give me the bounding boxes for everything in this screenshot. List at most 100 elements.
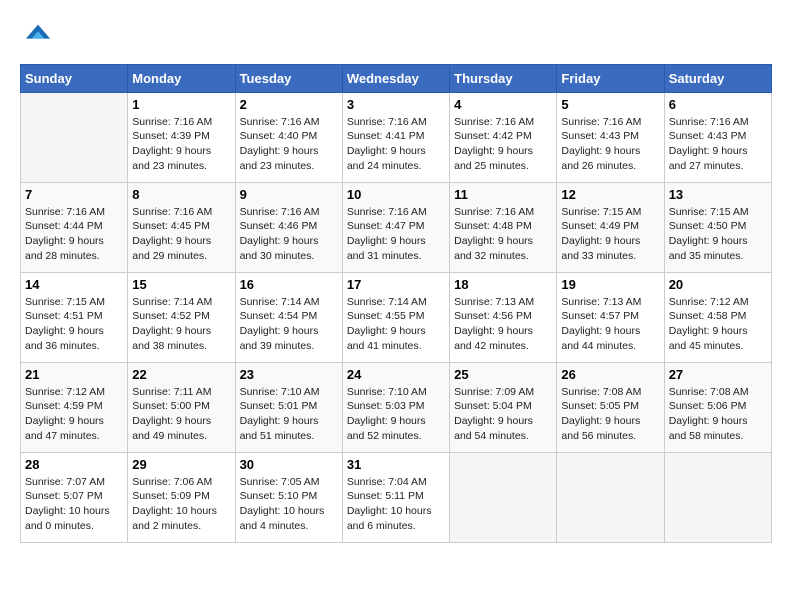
weekday-tuesday: Tuesday xyxy=(235,64,342,92)
day-number: 31 xyxy=(347,457,445,472)
calendar-cell: 22 Sunrise: 7:11 AM Sunset: 5:00 PM Dayli… xyxy=(128,362,235,452)
calendar-cell: 20 Sunrise: 7:12 AM Sunset: 4:58 PM Dayli… xyxy=(664,272,771,362)
day-number: 29 xyxy=(132,457,230,472)
day-content: Sunrise: 7:13 AM Sunset: 4:56 PM Dayligh… xyxy=(454,295,552,354)
day-number: 7 xyxy=(25,187,123,202)
calendar-cell: 9 Sunrise: 7:16 AM Sunset: 4:46 PM Daylig… xyxy=(235,182,342,272)
day-number: 14 xyxy=(25,277,123,292)
calendar-cell: 24Sunrise: 7:10 AM Sunset: 5:03 PM Dayli… xyxy=(342,362,449,452)
weekday-monday: Monday xyxy=(128,64,235,92)
day-content: Sunrise: 7:08 AM Sunset: 5:06 PM Dayligh… xyxy=(669,385,767,444)
day-content: Sunrise: 7:09 AM Sunset: 5:04 PM Dayligh… xyxy=(454,385,552,444)
calendar-cell: 4 Sunrise: 7:16 AM Sunset: 4:42 PM Daylig… xyxy=(450,92,557,182)
day-content: Sunrise: 7:16 AM Sunset: 4:48 PM Dayligh… xyxy=(454,205,552,264)
day-number: 23 xyxy=(240,367,338,382)
day-content: Sunrise: 7:16 AM Sunset: 4:45 PM Dayligh… xyxy=(132,205,230,264)
day-content: Sunrise: 7:16 AM Sunset: 4:39 PM Dayligh… xyxy=(132,115,230,174)
day-content: Sunrise: 7:16 AM Sunset: 4:40 PM Dayligh… xyxy=(240,115,338,174)
calendar-cell: 25Sunrise: 7:09 AM Sunset: 5:04 PM Dayli… xyxy=(450,362,557,452)
page-header xyxy=(20,20,772,54)
day-number: 10 xyxy=(347,187,445,202)
day-number: 22 xyxy=(132,367,230,382)
calendar-cell: 11Sunrise: 7:16 AM Sunset: 4:48 PM Dayli… xyxy=(450,182,557,272)
day-number: 15 xyxy=(132,277,230,292)
calendar-cell: 1 Sunrise: 7:16 AM Sunset: 4:39 PM Daylig… xyxy=(128,92,235,182)
calendar-week-4: 21 Sunrise: 7:12 AM Sunset: 4:59 PM Dayli… xyxy=(21,362,772,452)
day-number: 8 xyxy=(132,187,230,202)
calendar-cell: 2 Sunrise: 7:16 AM Sunset: 4:40 PM Daylig… xyxy=(235,92,342,182)
calendar-header: SundayMondayTuesdayWednesdayThursdayFrid… xyxy=(21,64,772,92)
calendar-cell: 19 Sunrise: 7:13 AM Sunset: 4:57 PM Dayli… xyxy=(557,272,664,362)
weekday-header-row: SundayMondayTuesdayWednesdayThursdayFrid… xyxy=(21,64,772,92)
calendar-cell xyxy=(557,452,664,542)
calendar-cell: 30 Sunrise: 7:05 AM Sunset: 5:10 PM Dayli… xyxy=(235,452,342,542)
calendar-cell: 12 Sunrise: 7:15 AM Sunset: 4:49 PM Dayli… xyxy=(557,182,664,272)
day-content: Sunrise: 7:16 AM Sunset: 4:47 PM Dayligh… xyxy=(347,205,445,264)
day-number: 19 xyxy=(561,277,659,292)
logo-icon xyxy=(24,20,52,48)
calendar-week-5: 28 Sunrise: 7:07 AM Sunset: 5:07 PM Dayli… xyxy=(21,452,772,542)
calendar-week-2: 7Sunrise: 7:16 AM Sunset: 4:44 PM Daylig… xyxy=(21,182,772,272)
calendar-cell: 6 Sunrise: 7:16 AM Sunset: 4:43 PM Daylig… xyxy=(664,92,771,182)
day-number: 24 xyxy=(347,367,445,382)
day-content: Sunrise: 7:14 AM Sunset: 4:54 PM Dayligh… xyxy=(240,295,338,354)
calendar-cell: 23 Sunrise: 7:10 AM Sunset: 5:01 PM Dayli… xyxy=(235,362,342,452)
calendar-cell: 3 Sunrise: 7:16 AM Sunset: 4:41 PM Daylig… xyxy=(342,92,449,182)
day-content: Sunrise: 7:16 AM Sunset: 4:46 PM Dayligh… xyxy=(240,205,338,264)
calendar-cell xyxy=(21,92,128,182)
calendar-cell: 10 Sunrise: 7:16 AM Sunset: 4:47 PM Dayli… xyxy=(342,182,449,272)
calendar-cell: 14Sunrise: 7:15 AM Sunset: 4:51 PM Dayli… xyxy=(21,272,128,362)
calendar-cell xyxy=(664,452,771,542)
day-content: Sunrise: 7:12 AM Sunset: 4:59 PM Dayligh… xyxy=(25,385,123,444)
calendar-week-3: 14Sunrise: 7:15 AM Sunset: 4:51 PM Dayli… xyxy=(21,272,772,362)
calendar-cell: 13Sunrise: 7:15 AM Sunset: 4:50 PM Dayli… xyxy=(664,182,771,272)
weekday-wednesday: Wednesday xyxy=(342,64,449,92)
day-content: Sunrise: 7:16 AM Sunset: 4:43 PM Dayligh… xyxy=(669,115,767,174)
day-number: 26 xyxy=(561,367,659,382)
day-number: 18 xyxy=(454,277,552,292)
calendar-cell: 8 Sunrise: 7:16 AM Sunset: 4:45 PM Daylig… xyxy=(128,182,235,272)
weekday-saturday: Saturday xyxy=(664,64,771,92)
day-number: 28 xyxy=(25,457,123,472)
day-content: Sunrise: 7:07 AM Sunset: 5:07 PM Dayligh… xyxy=(25,475,123,534)
weekday-sunday: Sunday xyxy=(21,64,128,92)
calendar-cell: 18 Sunrise: 7:13 AM Sunset: 4:56 PM Dayli… xyxy=(450,272,557,362)
day-content: Sunrise: 7:14 AM Sunset: 4:52 PM Dayligh… xyxy=(132,295,230,354)
day-number: 20 xyxy=(669,277,767,292)
day-number: 16 xyxy=(240,277,338,292)
day-number: 5 xyxy=(561,97,659,112)
day-number: 1 xyxy=(132,97,230,112)
day-content: Sunrise: 7:14 AM Sunset: 4:55 PM Dayligh… xyxy=(347,295,445,354)
weekday-thursday: Thursday xyxy=(450,64,557,92)
day-content: Sunrise: 7:13 AM Sunset: 4:57 PM Dayligh… xyxy=(561,295,659,354)
day-content: Sunrise: 7:10 AM Sunset: 5:01 PM Dayligh… xyxy=(240,385,338,444)
day-number: 21 xyxy=(25,367,123,382)
day-content: Sunrise: 7:04 AM Sunset: 5:11 PM Dayligh… xyxy=(347,475,445,534)
logo xyxy=(20,20,52,54)
day-content: Sunrise: 7:16 AM Sunset: 4:43 PM Dayligh… xyxy=(561,115,659,174)
weekday-friday: Friday xyxy=(557,64,664,92)
calendar-cell: 29Sunrise: 7:06 AM Sunset: 5:09 PM Dayli… xyxy=(128,452,235,542)
day-number: 4 xyxy=(454,97,552,112)
day-content: Sunrise: 7:16 AM Sunset: 4:42 PM Dayligh… xyxy=(454,115,552,174)
day-number: 27 xyxy=(669,367,767,382)
calendar-cell: 27 Sunrise: 7:08 AM Sunset: 5:06 PM Dayli… xyxy=(664,362,771,452)
day-content: Sunrise: 7:12 AM Sunset: 4:58 PM Dayligh… xyxy=(669,295,767,354)
calendar-cell: 28 Sunrise: 7:07 AM Sunset: 5:07 PM Dayli… xyxy=(21,452,128,542)
day-content: Sunrise: 7:15 AM Sunset: 4:49 PM Dayligh… xyxy=(561,205,659,264)
calendar-cell: 16 Sunrise: 7:14 AM Sunset: 4:54 PM Dayli… xyxy=(235,272,342,362)
day-number: 9 xyxy=(240,187,338,202)
calendar-cell: 7Sunrise: 7:16 AM Sunset: 4:44 PM Daylig… xyxy=(21,182,128,272)
day-number: 12 xyxy=(561,187,659,202)
day-content: Sunrise: 7:11 AM Sunset: 5:00 PM Dayligh… xyxy=(132,385,230,444)
day-content: Sunrise: 7:05 AM Sunset: 5:10 PM Dayligh… xyxy=(240,475,338,534)
calendar-cell: 5 Sunrise: 7:16 AM Sunset: 4:43 PM Daylig… xyxy=(557,92,664,182)
calendar-cell: 31 Sunrise: 7:04 AM Sunset: 5:11 PM Dayli… xyxy=(342,452,449,542)
calendar-cell xyxy=(450,452,557,542)
day-number: 6 xyxy=(669,97,767,112)
day-number: 2 xyxy=(240,97,338,112)
day-number: 3 xyxy=(347,97,445,112)
day-content: Sunrise: 7:16 AM Sunset: 4:41 PM Dayligh… xyxy=(347,115,445,174)
day-number: 30 xyxy=(240,457,338,472)
day-content: Sunrise: 7:08 AM Sunset: 5:05 PM Dayligh… xyxy=(561,385,659,444)
